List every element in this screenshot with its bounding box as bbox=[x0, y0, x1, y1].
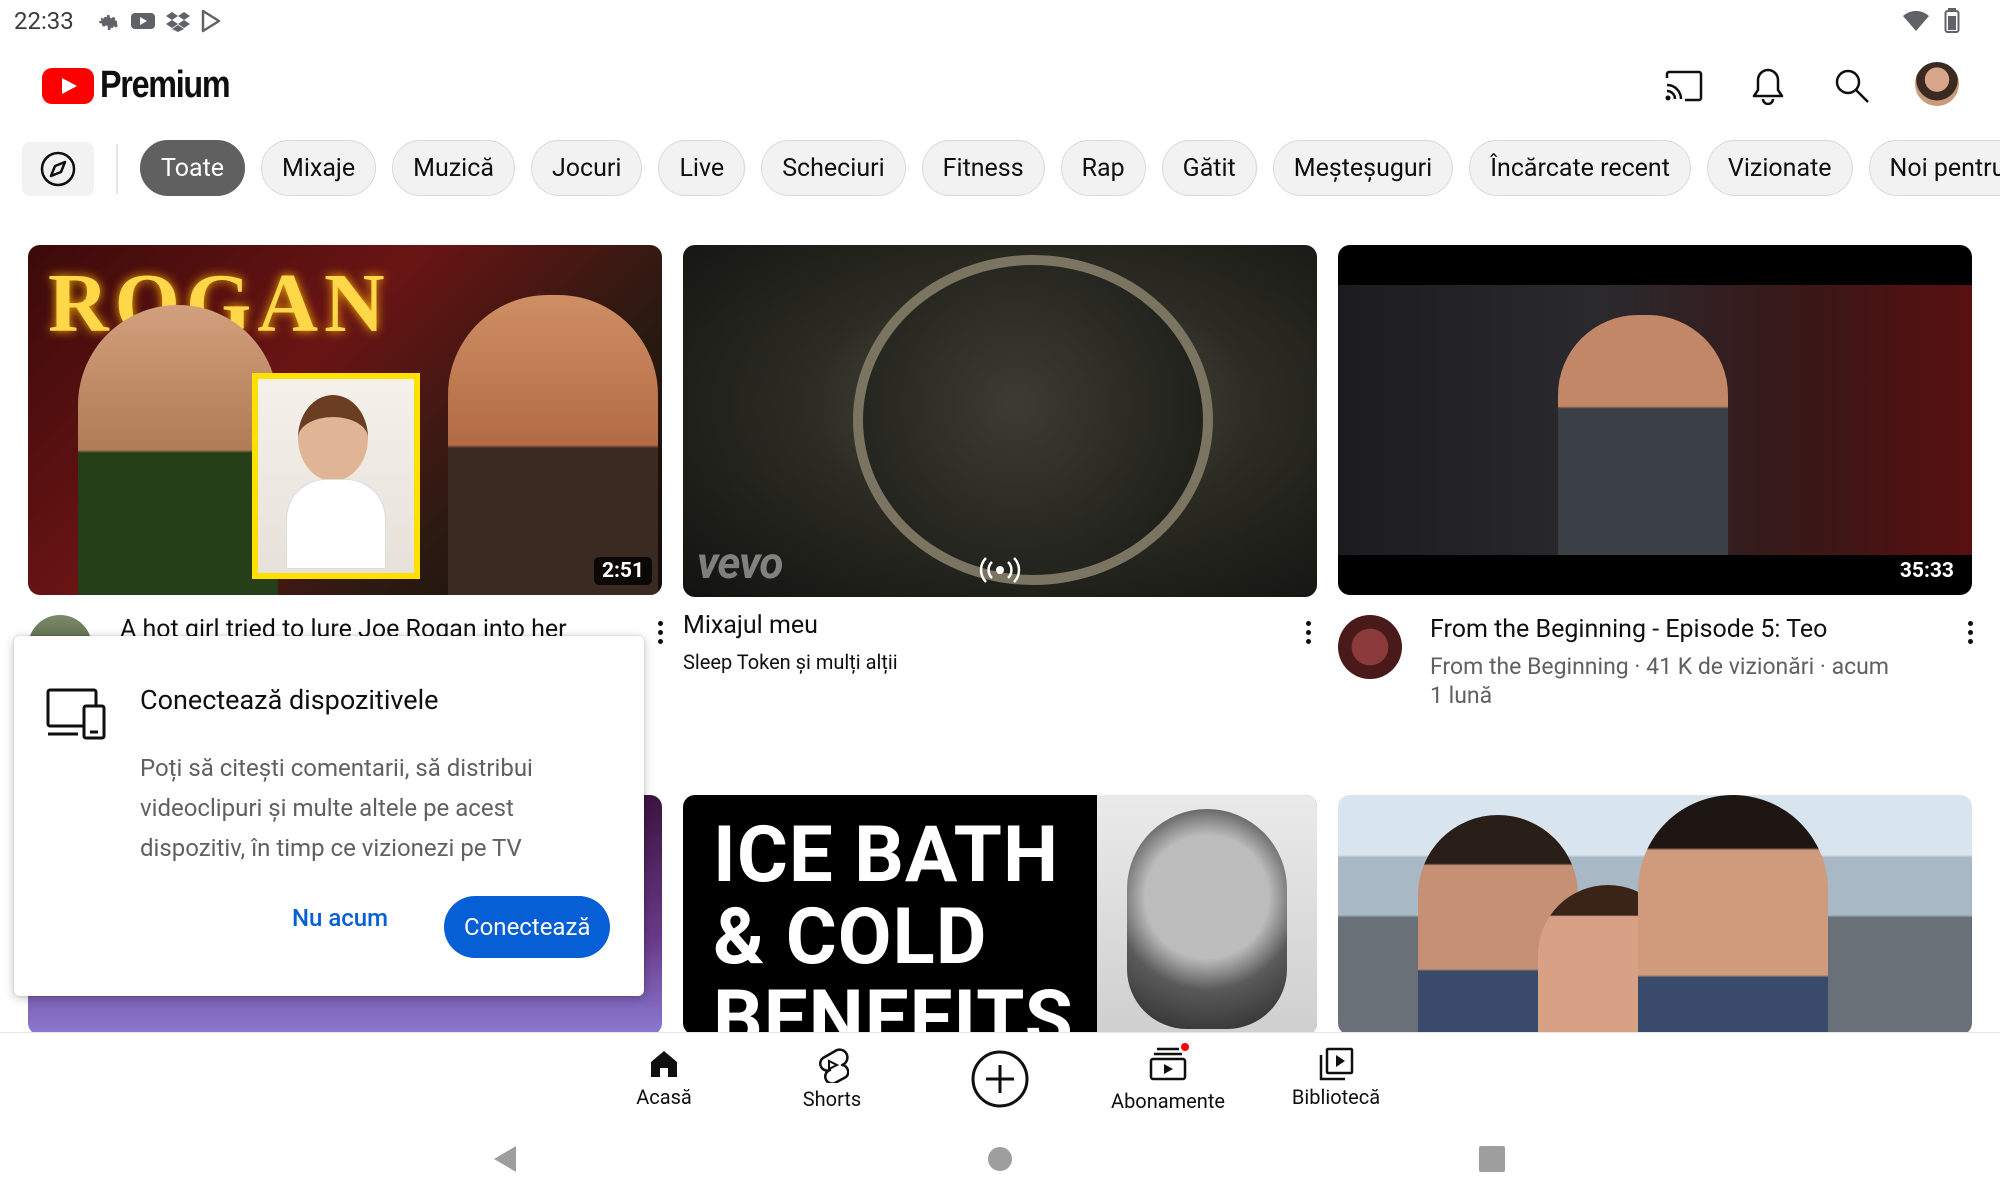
chip-live[interactable]: Live bbox=[658, 140, 746, 196]
video-subtitle: Sleep Token și mulți alții bbox=[683, 650, 898, 674]
not-now-button[interactable]: Nu acum bbox=[292, 904, 388, 932]
chip-list: Toate Mixaje Muzică Jocuri Live Scheciur… bbox=[140, 140, 2000, 196]
settings-icon bbox=[99, 15, 118, 30]
thumbnail-person bbox=[78, 305, 278, 595]
search-icon bbox=[1835, 69, 1869, 103]
cast-button[interactable] bbox=[1656, 58, 1712, 114]
nav-shorts[interactable]: Shorts bbox=[752, 1047, 912, 1111]
video-thumbnail-1[interactable]: ROGAN 2:51 bbox=[28, 245, 662, 595]
channel-avatar[interactable] bbox=[1338, 615, 1402, 679]
account-avatar[interactable] bbox=[1915, 62, 1959, 106]
thumbnail-person bbox=[1638, 795, 1828, 1035]
back-icon[interactable] bbox=[492, 1144, 518, 1174]
video-menu-button[interactable] bbox=[1298, 612, 1318, 652]
chip-mestesuguri[interactable]: Meșteșuguri bbox=[1272, 140, 1454, 196]
app-header: Premium bbox=[0, 52, 2000, 118]
shorts-icon bbox=[819, 1048, 849, 1083]
create-button[interactable] bbox=[970, 1049, 1030, 1113]
video-title[interactable]: Mixajul meu bbox=[683, 610, 818, 642]
popup-body: Poți să citești comentarii, să distribui… bbox=[140, 754, 533, 862]
explore-button[interactable] bbox=[22, 142, 94, 196]
video-menu-button[interactable] bbox=[1960, 612, 1980, 652]
compass-icon bbox=[40, 151, 76, 187]
youtube-premium-logo[interactable]: Premium bbox=[42, 64, 252, 107]
category-chip-bar: Toate Mixaje Muzică Jocuri Live Scheciur… bbox=[0, 140, 2000, 198]
devices-icon bbox=[46, 688, 106, 740]
logo-text: Premium bbox=[100, 64, 231, 106]
wifi-icon bbox=[1903, 10, 1929, 31]
video-title[interactable]: A hot girl tried to lure Joe Rogan into … bbox=[120, 614, 620, 638]
dropbox-icon bbox=[166, 12, 190, 32]
chip-vizionate[interactable]: Vizionate bbox=[1706, 140, 1853, 196]
chip-divider bbox=[116, 144, 118, 194]
chip-rap[interactable]: Rap bbox=[1060, 140, 1146, 196]
vevo-watermark: vevo bbox=[697, 537, 783, 589]
thumbnail-person bbox=[1558, 315, 1728, 555]
chip-jocuri[interactable]: Jocuri bbox=[530, 140, 643, 196]
system-navigation-bar bbox=[0, 1126, 2000, 1200]
chip-fitness[interactable]: Fitness bbox=[921, 140, 1045, 196]
status-notification-icons bbox=[96, 9, 222, 33]
nav-library-label: Bibliotecă bbox=[1291, 1085, 1381, 1109]
thumbnail-person bbox=[448, 295, 658, 595]
connect-button[interactable]: Conectează bbox=[444, 896, 611, 958]
nav-subscriptions-label: Abonamente bbox=[1111, 1089, 1225, 1113]
thumbnail-inset-photo bbox=[252, 373, 420, 579]
chip-scheciuri[interactable]: Scheciuri bbox=[761, 140, 906, 196]
video-duration: 35:33 bbox=[1891, 557, 1962, 585]
nav-home[interactable]: Acasă bbox=[584, 1047, 744, 1109]
chip-toate[interactable]: Toate bbox=[140, 140, 246, 196]
status-bar: 22:33 bbox=[0, 0, 2000, 42]
video-thumbnail-2[interactable]: vevo bbox=[683, 245, 1317, 597]
nav-home-label: Acasă bbox=[636, 1085, 692, 1109]
bell-icon bbox=[1752, 68, 1784, 105]
nav-library[interactable]: Bibliotecă bbox=[1256, 1047, 1416, 1109]
notifications-button[interactable] bbox=[1740, 58, 1796, 114]
library-icon bbox=[1319, 1047, 1354, 1081]
cast-icon bbox=[1665, 70, 1703, 102]
video-title[interactable]: From the Beginning - Episode 5: Teo bbox=[1430, 614, 1827, 646]
live-broadcast-icon bbox=[979, 557, 1021, 583]
nav-shorts-label: Shorts bbox=[802, 1087, 862, 1111]
home-system-icon[interactable] bbox=[987, 1146, 1013, 1172]
video-duration: 2:51 bbox=[593, 557, 652, 585]
video-meta: From the Beginning · 41 K de vizionări ·… bbox=[1430, 653, 1889, 680]
recents-icon[interactable] bbox=[1478, 1146, 1506, 1172]
search-button[interactable] bbox=[1824, 58, 1880, 114]
thumbnail-portrait bbox=[1097, 795, 1317, 1035]
add-icon bbox=[971, 1050, 1029, 1108]
video-thumbnail-5[interactable]: ICE BATH & COLD BENEFITS bbox=[683, 795, 1317, 1035]
chip-gatit[interactable]: Gătit bbox=[1161, 140, 1257, 196]
nav-subscriptions[interactable]: Abonamente bbox=[1088, 1041, 1248, 1113]
play-store-icon bbox=[201, 9, 221, 33]
bottom-navigation: Acasă Shorts Abonamente Bibliotecă bbox=[0, 1032, 2000, 1122]
chip-incarcate-recent[interactable]: Încărcate recent bbox=[1469, 140, 1691, 196]
thumbnail-disk bbox=[853, 255, 1213, 585]
chip-muzica[interactable]: Muzică bbox=[392, 140, 515, 196]
youtube-logo-icon bbox=[42, 67, 94, 104]
video-menu-button[interactable] bbox=[650, 612, 670, 652]
video-thumbnail-6[interactable] bbox=[1338, 795, 1972, 1035]
home-icon bbox=[651, 1051, 677, 1077]
status-time: 22:33 bbox=[14, 7, 74, 35]
video-meta: 1 lună bbox=[1430, 682, 1493, 709]
chip-mixaje[interactable]: Mixaje bbox=[261, 140, 377, 196]
youtube-notification-icon bbox=[131, 13, 155, 29]
video-thumbnail-3[interactable]: 35:33 bbox=[1338, 245, 1972, 595]
connect-devices-popup: Conectează dispozitivele Poți să citești… bbox=[14, 636, 644, 996]
status-system-icons bbox=[1902, 8, 1960, 34]
battery-icon bbox=[1944, 8, 1960, 33]
thumbnail-headline: ICE BATH & COLD BENEFITS bbox=[713, 810, 1074, 1036]
popup-title: Conectează dispozitivele bbox=[140, 684, 439, 716]
notification-dot bbox=[1179, 1041, 1191, 1053]
chip-noi-pentru-tine[interactable]: Noi pentru tine bbox=[1868, 140, 2000, 196]
